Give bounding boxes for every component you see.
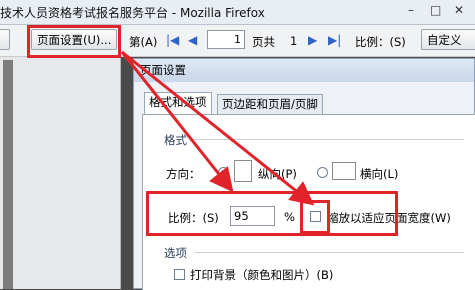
annotation-arrows (120, 50, 315, 206)
arrow-to-scale (120, 51, 234, 193)
arrow-to-checkbox (121, 50, 315, 206)
